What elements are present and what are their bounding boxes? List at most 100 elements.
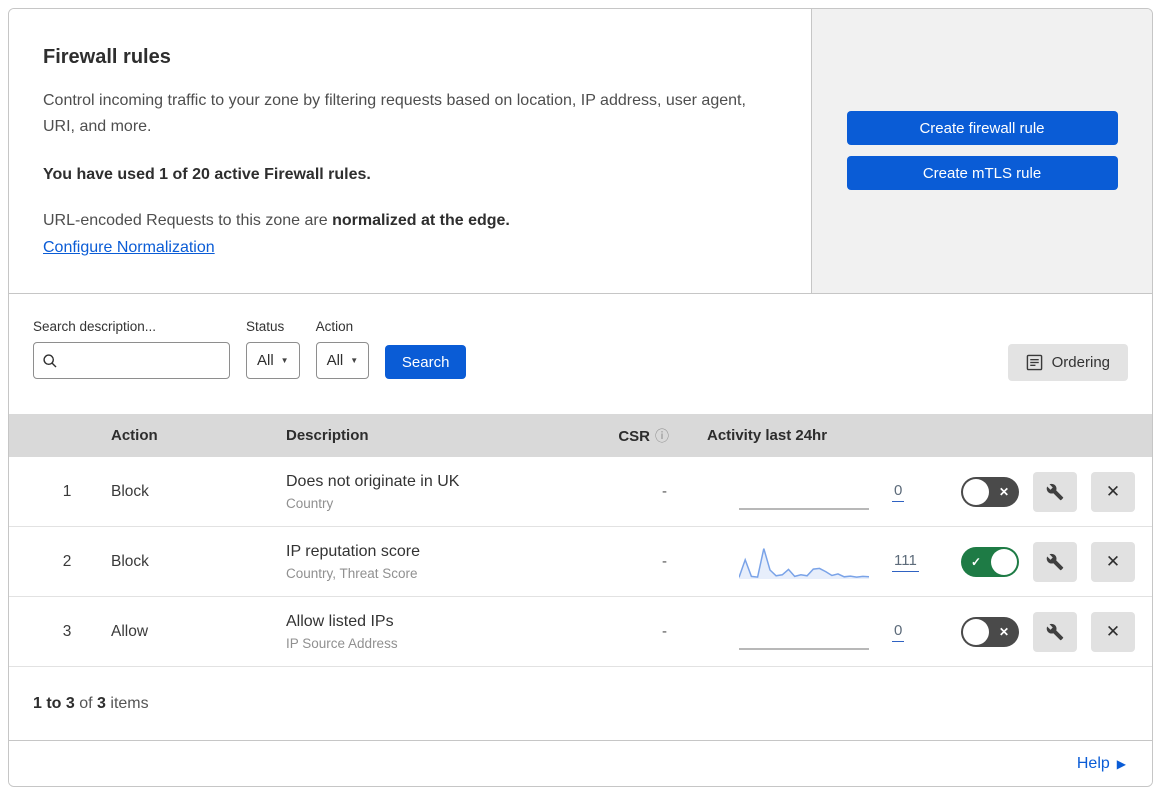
pagination-total: 3 <box>97 694 106 712</box>
table-row: 1 Block Does not originate in UK Country… <box>9 457 1152 527</box>
activity-sparkline <box>739 547 869 579</box>
activity-count-link[interactable]: 0 <box>892 622 905 642</box>
delete-rule-button[interactable]: ✕ <box>1091 611 1135 652</box>
toggle-state-icon: ✓ <box>971 554 982 569</box>
csr-column-header: CSR ⓘ <box>618 427 669 445</box>
search-box[interactable] <box>33 342 230 379</box>
rule-activity-cell: 0 <box>699 472 919 512</box>
edit-rule-button[interactable] <box>1033 541 1077 582</box>
wrench-icon <box>1046 623 1064 640</box>
activity-sparkline <box>739 647 869 650</box>
table-header: Action Description CSR ⓘ Activity last 24… <box>9 414 1152 457</box>
search-group: Search description... <box>33 319 230 379</box>
toggle-knob <box>963 478 989 505</box>
rule-controls: ✕ ✕ <box>919 471 1152 512</box>
rule-csr: - <box>662 553 667 570</box>
description-column-header: Description <box>286 427 369 444</box>
normalization-note-bold: normalized at the edge. <box>332 211 510 229</box>
rule-enable-toggle[interactable]: ✕ <box>961 476 1019 507</box>
search-button[interactable]: Search <box>385 345 467 379</box>
rule-action: Allow <box>111 622 149 640</box>
help-link-label: Help <box>1076 755 1110 772</box>
chevron-down-icon: ▼ <box>280 356 289 365</box>
search-label: Search description... <box>33 319 157 334</box>
wrench-icon <box>1046 553 1064 570</box>
chevron-down-icon: ▼ <box>350 356 359 365</box>
usage-summary: You have used 1 of 20 active Firewall ru… <box>43 165 371 183</box>
pagination-of: of <box>74 694 98 712</box>
rule-description-cell: Allow listed IPs IP Source Address <box>278 613 603 651</box>
normalization-note-text: URL-encoded Requests to this zone are <box>43 211 333 229</box>
activity-sparkline <box>739 507 869 510</box>
rule-fields: IP Source Address <box>286 635 398 651</box>
rule-controls: ✕ ✕ <box>919 611 1152 652</box>
action-column-header: Action <box>111 427 158 444</box>
close-icon: ✕ <box>1105 621 1121 641</box>
edit-rule-button[interactable] <box>1033 611 1077 652</box>
delete-rule-button[interactable]: ✕ <box>1091 471 1135 512</box>
action-label: Action <box>315 319 354 334</box>
rule-controls: ✓ ✕ <box>919 541 1152 582</box>
action-filter-group: Action All ▼ <box>315 319 370 379</box>
pagination-summary: 1 to 3 of 3 items <box>9 667 1152 741</box>
help-link[interactable]: Help ▶ <box>1077 755 1126 773</box>
rule-fields: Country <box>286 495 334 511</box>
rule-action: Block <box>111 482 149 500</box>
header-text-area: Firewall rules Control incoming traffic … <box>9 9 811 293</box>
close-icon: ✕ <box>1105 481 1121 501</box>
pagination-items: items <box>105 694 149 712</box>
help-bar: Help ▶ <box>9 741 1152 786</box>
arrow-right-icon: ▶ <box>1116 757 1126 771</box>
activity-count-link[interactable]: 0 <box>892 482 905 502</box>
page-description: Control incoming traffic to your zone by… <box>43 92 746 135</box>
normalization-note: URL-encoded Requests to this zone are no… <box>43 212 771 230</box>
rule-description: Allow listed IPs <box>286 612 394 630</box>
status-filter-value: All <box>257 352 274 369</box>
rule-activity-cell: 0 <box>699 612 919 652</box>
action-filter-dropdown[interactable]: All ▼ <box>315 342 370 379</box>
edit-rule-button[interactable] <box>1033 471 1077 512</box>
configure-normalization-link[interactable]: Configure Normalization <box>43 239 215 256</box>
rule-priority: 2 <box>62 552 72 570</box>
table-row: 2 Block IP reputation score Country, Thr… <box>9 527 1152 597</box>
activity-column-header: Activity last 24hr <box>707 427 828 444</box>
actions-panel: Create firewall rule Create mTLS rule <box>811 9 1152 293</box>
activity-count-link[interactable]: 111 <box>892 552 919 572</box>
rule-enable-toggle[interactable]: ✓ <box>961 546 1019 577</box>
action-filter-value: All <box>326 352 344 369</box>
rule-csr: - <box>662 623 667 640</box>
status-filter-dropdown[interactable]: All ▼ <box>246 342 300 379</box>
rule-fields: Country, Threat Score <box>286 565 418 581</box>
status-filter-group: Status All ▼ <box>246 319 300 379</box>
rule-priority: 3 <box>62 622 72 640</box>
rule-description: IP reputation score <box>286 542 421 560</box>
close-icon: ✕ <box>1105 551 1121 571</box>
wrench-icon <box>1046 483 1064 500</box>
create-firewall-rule-button[interactable]: Create firewall rule <box>846 111 1118 145</box>
firewall-rules-card: Firewall rules Control incoming traffic … <box>8 8 1153 787</box>
search-input[interactable] <box>65 352 221 369</box>
toggle-state-icon: ✕ <box>998 624 1009 639</box>
table-row: 3 Allow Allow listed IPs IP Source Addre… <box>9 597 1152 667</box>
create-mtls-rule-button[interactable]: Create mTLS rule <box>846 156 1118 190</box>
search-icon <box>43 353 57 367</box>
ordering-button[interactable]: Ordering <box>1007 344 1128 381</box>
delete-rule-button[interactable]: ✕ <box>1091 541 1135 582</box>
rule-action: Block <box>111 552 149 570</box>
toggle-state-icon: ✕ <box>998 484 1009 499</box>
pagination-range: 1 to 3 <box>33 694 75 712</box>
toggle-knob <box>963 618 989 645</box>
rule-activity-cell: 111 <box>699 542 919 582</box>
rule-description-cell: IP reputation score Country, Threat Scor… <box>278 543 603 581</box>
rule-csr: - <box>662 483 667 500</box>
rule-priority: 1 <box>62 482 72 500</box>
info-icon[interactable]: ⓘ <box>655 428 669 444</box>
rule-description-cell: Does not originate in UK Country <box>278 473 603 511</box>
rule-description: Does not originate in UK <box>286 472 460 490</box>
status-label: Status <box>246 319 285 334</box>
rule-enable-toggle[interactable]: ✕ <box>961 616 1019 647</box>
header-section: Firewall rules Control incoming traffic … <box>9 9 1152 294</box>
toggle-knob <box>991 548 1017 575</box>
ordering-button-label: Ordering <box>1051 354 1110 371</box>
filter-toolbar: Search description... Status All ▼ Actio… <box>9 294 1152 414</box>
